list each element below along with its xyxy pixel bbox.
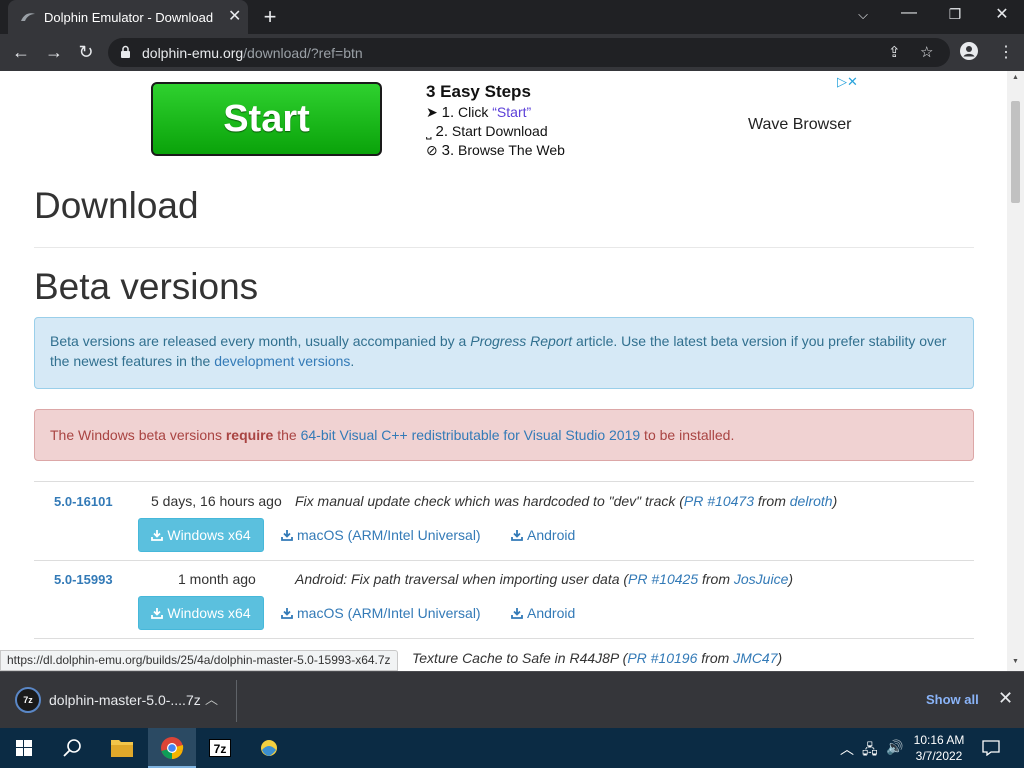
browser-toolbar: ← → ↻ dolphin-emu.org/download/?ref=btn … bbox=[0, 34, 1024, 71]
check-circle-icon: ⊘ bbox=[426, 142, 438, 158]
windows-taskbar: 7z ︿ 🖧 🔊 10:16 AM 3/7/2022 bbox=[0, 728, 1024, 768]
forward-icon[interactable]: → bbox=[41, 39, 67, 65]
android-download-link[interactable]: Android bbox=[511, 605, 575, 621]
network-icon[interactable]: 🖧 bbox=[862, 739, 878, 763]
chrome-taskbar-icon[interactable] bbox=[148, 728, 196, 768]
browser-title-bar: Dolphin Emulator - Download ✕ + ⌵ — ❐ ✕ bbox=[0, 0, 1024, 34]
row-divider bbox=[34, 560, 974, 561]
version-link[interactable]: 5.0-15993 bbox=[54, 572, 113, 587]
wave-browser-icon[interactable] bbox=[248, 728, 296, 768]
restore-icon[interactable]: ❐ bbox=[943, 6, 967, 23]
author-link[interactable]: JosJuice bbox=[734, 571, 788, 587]
version-link[interactable]: 5.0-16101 bbox=[54, 494, 113, 509]
adchoices-icon[interactable]: ▷✕ bbox=[837, 74, 858, 90]
tab-title: Dolphin Emulator - Download bbox=[44, 10, 214, 25]
dolphin-favicon-icon bbox=[21, 13, 35, 21]
new-tab-button[interactable]: + bbox=[260, 4, 280, 30]
download-icon bbox=[281, 608, 293, 619]
windows-x64-button[interactable]: Windows x64 bbox=[138, 596, 264, 630]
clock-time: 10:16 AM bbox=[913, 733, 965, 747]
web-page: Start 3 Easy Steps ➤ 1. Click “Start” ⎵ … bbox=[0, 71, 1007, 671]
show-all-button[interactable]: Show all bbox=[926, 692, 979, 707]
build-description: Android: Fix path traversal when importi… bbox=[295, 571, 794, 587]
download-icon bbox=[281, 530, 293, 541]
shelf-divider bbox=[236, 680, 237, 722]
url-text: dolphin-emu.org/download/?ref=btn bbox=[142, 45, 363, 61]
section-title: Beta versions bbox=[34, 266, 259, 307]
7zip-taskbar-icon[interactable]: 7z bbox=[198, 728, 246, 768]
pr-link[interactable]: PR #10473 bbox=[684, 493, 754, 509]
ad-step-3: ⊘ 3. Browse The Web bbox=[426, 142, 565, 159]
link-status-bubble: https://dl.dolphin-emu.org/builds/25/4a/… bbox=[0, 650, 398, 671]
bookmark-star-icon[interactable]: ☆ bbox=[920, 43, 933, 61]
download-icon bbox=[151, 530, 164, 541]
download-shelf: 7z dolphin-master-5.0-....7z ︿ Show all … bbox=[0, 671, 1024, 728]
share-icon[interactable]: ⇪ bbox=[888, 43, 901, 61]
ad-steps-title: 3 Easy Steps bbox=[426, 82, 531, 101]
page-scrollbar[interactable]: ▲ ▼ bbox=[1007, 71, 1024, 671]
url-host: dolphin-emu.org bbox=[142, 45, 244, 61]
author-link[interactable]: JMC47 bbox=[733, 650, 777, 666]
file-explorer-icon[interactable] bbox=[98, 728, 146, 768]
build-description: Texture Cache to Safe in R44J8P (PR #101… bbox=[412, 650, 783, 666]
android-download-link[interactable]: Android bbox=[511, 527, 575, 543]
row-divider bbox=[34, 481, 974, 482]
download-icon bbox=[511, 608, 523, 619]
divider bbox=[34, 247, 974, 248]
ad-step-1: ➤ 1. Click “Start” bbox=[426, 104, 532, 121]
volume-icon[interactable]: 🔊 bbox=[886, 739, 903, 756]
7zip-icon: 7z bbox=[209, 739, 231, 757]
reload-icon[interactable]: ↻ bbox=[73, 39, 99, 65]
url-path: /download/?ref=btn bbox=[243, 45, 363, 61]
clock[interactable]: 10:16 AM 3/7/2022 bbox=[906, 732, 972, 764]
ad-start-button[interactable]: Start bbox=[151, 82, 382, 156]
chrome-menu-icon[interactable]: ⋮ bbox=[998, 42, 1014, 62]
windows-start-icon[interactable] bbox=[0, 728, 48, 768]
clock-date: 3/7/2022 bbox=[915, 749, 963, 763]
download-filename[interactable]: dolphin-master-5.0-....7z bbox=[49, 692, 201, 708]
browser-tab[interactable]: Dolphin Emulator - Download ✕ bbox=[8, 0, 248, 34]
tray-overflow-icon[interactable]: ︿ bbox=[840, 739, 854, 759]
windows-x64-button[interactable]: Windows x64 bbox=[138, 518, 264, 552]
cursor-icon: ➤ bbox=[426, 104, 438, 120]
pr-link[interactable]: PR #10196 bbox=[627, 650, 697, 666]
macos-download-link[interactable]: macOS (ARM/Intel Universal) bbox=[281, 527, 481, 543]
lock-icon bbox=[121, 45, 130, 58]
build-date: 1 month ago bbox=[178, 571, 256, 587]
row-divider bbox=[34, 638, 974, 639]
minimize-icon[interactable]: — bbox=[897, 4, 921, 22]
chevron-up-icon[interactable]: ︿ bbox=[205, 689, 218, 708]
vcredist-link[interactable]: 64-bit Visual C++ redistributable for Vi… bbox=[301, 427, 641, 443]
warning-alert: The Windows beta versions require the 64… bbox=[34, 409, 974, 461]
build-description: Fix manual update check which was hardco… bbox=[295, 493, 838, 509]
notifications-icon[interactable] bbox=[982, 740, 1000, 756]
info-alert: Beta versions are released every month, … bbox=[34, 317, 974, 389]
address-bar[interactable]: dolphin-emu.org/download/?ref=btn ⇪ ☆ bbox=[108, 38, 950, 67]
close-shelf-icon[interactable]: ✕ bbox=[998, 688, 1013, 709]
download-icon bbox=[511, 530, 523, 541]
macos-download-link[interactable]: macOS (ARM/Intel Universal) bbox=[281, 605, 481, 621]
scroll-down-icon[interactable]: ▼ bbox=[1012, 658, 1019, 665]
page-title: Download bbox=[34, 185, 199, 226]
development-versions-link[interactable]: development versions bbox=[214, 353, 350, 369]
download-icon bbox=[151, 608, 164, 619]
back-icon[interactable]: ← bbox=[8, 39, 34, 65]
search-icon[interactable] bbox=[48, 728, 96, 768]
ad-steps: 3 Easy Steps ➤ 1. Click “Start” ⎵ 2. Sta… bbox=[426, 82, 565, 159]
download-tray-icon: ⎵ bbox=[426, 123, 432, 139]
scrollbar-thumb[interactable] bbox=[1011, 101, 1020, 203]
window-close-icon[interactable]: ✕ bbox=[990, 4, 1014, 24]
author-link[interactable]: delroth bbox=[790, 493, 833, 509]
tab-close-icon[interactable]: ✕ bbox=[228, 6, 241, 26]
7z-file-icon[interactable]: 7z bbox=[15, 687, 41, 713]
tab-search-icon[interactable]: ⌵ bbox=[851, 7, 875, 23]
chrome-icon bbox=[161, 737, 184, 759]
pr-link[interactable]: PR #10425 bbox=[628, 571, 698, 587]
build-date: 5 days, 16 hours ago bbox=[151, 493, 282, 509]
scroll-up-icon[interactable]: ▲ bbox=[1012, 74, 1019, 81]
ad-brand[interactable]: Wave Browser bbox=[748, 116, 851, 134]
profile-avatar-icon[interactable] bbox=[960, 42, 978, 60]
ad-step-2: ⎵ 2. Start Download bbox=[426, 123, 548, 140]
